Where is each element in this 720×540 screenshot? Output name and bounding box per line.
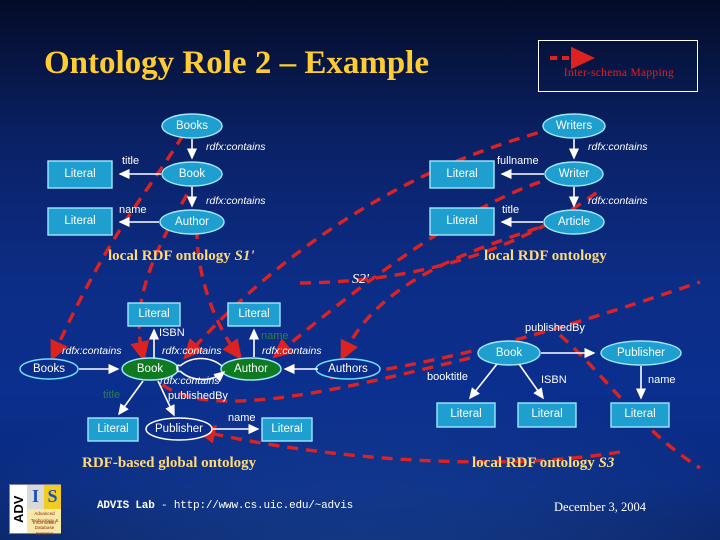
- s1-label-author: Author: [175, 216, 209, 228]
- logo-sub2: Technology & Database Systems: [30, 518, 59, 536]
- legend-box: Inter-schema Mapping: [538, 40, 698, 92]
- s2-edgelabel-title: title: [502, 204, 520, 216]
- mapping-s2writer-to-author: [272, 180, 541, 359]
- s3-label-literal-name: Literal: [624, 408, 656, 420]
- s3-edgelabel-isbn: ISBN: [541, 374, 567, 386]
- footer-date: December 3, 2004: [554, 500, 646, 514]
- slide-canvas: Ontology Role 2 – Example Inter-schema M…: [0, 0, 720, 540]
- s3-edgelabel-name: name: [648, 374, 676, 386]
- footer-lab-name: ADVIS Lab: [97, 500, 155, 512]
- s3-edge-booktitle: [469, 363, 498, 400]
- s1-edgelabel-contains-2: rdfx:contains: [206, 195, 266, 207]
- s3-label-literal-bt: Literal: [450, 408, 482, 420]
- mapping-s1author-to-author: [195, 227, 243, 361]
- footer-url[interactable]: http://www.cs.uic.edu/~advis: [174, 500, 353, 512]
- s1-edgelabel-name: name: [119, 204, 147, 216]
- global-label-literal-pname: Literal: [271, 423, 303, 435]
- caption-s1-italic: S1': [234, 248, 255, 264]
- logo-i-text: I: [31, 485, 39, 506]
- logo-s-text: S: [47, 485, 58, 506]
- global-edgelabel-contains-4: rdfx:contains: [262, 345, 322, 357]
- s3-edgelabel-publishedby: publishedBy: [525, 322, 585, 334]
- s1-edgelabel-contains-1: rdfx:contains: [206, 141, 266, 153]
- global-edgelabel-title: title: [103, 389, 121, 401]
- s2-edgelabel-fullname: fullname: [497, 155, 539, 167]
- caption-s3-italic: S3: [598, 455, 615, 471]
- advis-logo: ADV I S Advanced Information Technology …: [9, 484, 61, 536]
- global-label-book: Book: [136, 363, 164, 375]
- s2-label-literal-fullname: Literal: [446, 168, 478, 180]
- s2-edgelabel-contains-1: rdfx:contains: [588, 141, 648, 153]
- s1-label-book: Book: [178, 168, 206, 180]
- s3-label-literal-isbn: Literal: [531, 408, 563, 420]
- global-edge-title: [118, 380, 144, 416]
- global-edge-author-book-a: [179, 357, 223, 367]
- s2-label-writer: Writer: [558, 168, 590, 180]
- caption-s1: local RDF ontology S1': [108, 248, 255, 265]
- global-label-authors: Authors: [328, 363, 368, 375]
- s2-label-article: Article: [558, 216, 590, 228]
- caption-global: RDF-based global ontology: [82, 455, 257, 471]
- global-edgelabel-contains-3: rdfx:contains: [160, 375, 220, 387]
- s1-label-literal-title: Literal: [64, 168, 96, 180]
- s1-label-books: Books: [176, 120, 208, 132]
- global-edgelabel-isbn: ISBN: [159, 327, 185, 339]
- global-edgelabel-name: name: [261, 330, 289, 342]
- s3-edge-isbn: [518, 363, 544, 400]
- global-label-author: Author: [234, 363, 268, 375]
- caption-s2: local RDF ontology: [484, 248, 607, 264]
- s2-label-writers: Writers: [555, 120, 593, 132]
- logo-sub1: Advanced Information: [33, 511, 56, 525]
- global-label-literal-isbn: Literal: [138, 308, 170, 320]
- s3-label-publisher: Publisher: [617, 347, 665, 359]
- caption-s3: local RDF ontology S3: [472, 455, 614, 472]
- legend-label: Inter-schema Mapping: [563, 67, 675, 79]
- footer-lab-line: ADVIS Lab - http://www.cs.uic.edu/~advis: [97, 500, 353, 512]
- s3-label-book: Book: [495, 347, 523, 359]
- s3-edgelabel-booktitle: booktitle: [427, 371, 468, 383]
- global-label-books: Books: [33, 363, 65, 375]
- s1-edgelabel-title: title: [122, 155, 140, 167]
- s2-edgelabel-contains-2: rdfx:contains: [588, 195, 648, 207]
- global-edgelabel-contains-1: rdfx:contains: [62, 345, 122, 357]
- s1-label-literal-name: Literal: [64, 215, 96, 227]
- caption-s1-text: local RDF ontology: [108, 248, 235, 264]
- global-edgelabel-contains-2: rdfx:contains: [162, 345, 222, 357]
- global-label-literal-name: Literal: [238, 308, 270, 320]
- page-title: Ontology Role 2 – Example: [44, 45, 429, 81]
- caption-s3-text: local RDF ontology: [472, 455, 599, 471]
- s2-label-literal-title: Literal: [446, 215, 478, 227]
- logo-adv-text: ADV: [11, 495, 26, 523]
- footer-sep: -: [154, 500, 174, 512]
- global-edgelabel-pubname: name: [228, 412, 256, 424]
- global-label-literal-title: Literal: [97, 423, 129, 435]
- global-label-publisher: Publisher: [155, 423, 203, 435]
- global-edgelabel-publishedby: publishedBy: [168, 390, 228, 402]
- caption-s2-italic: S2': [352, 272, 369, 287]
- mapping-s2-tieline: [299, 188, 602, 285]
